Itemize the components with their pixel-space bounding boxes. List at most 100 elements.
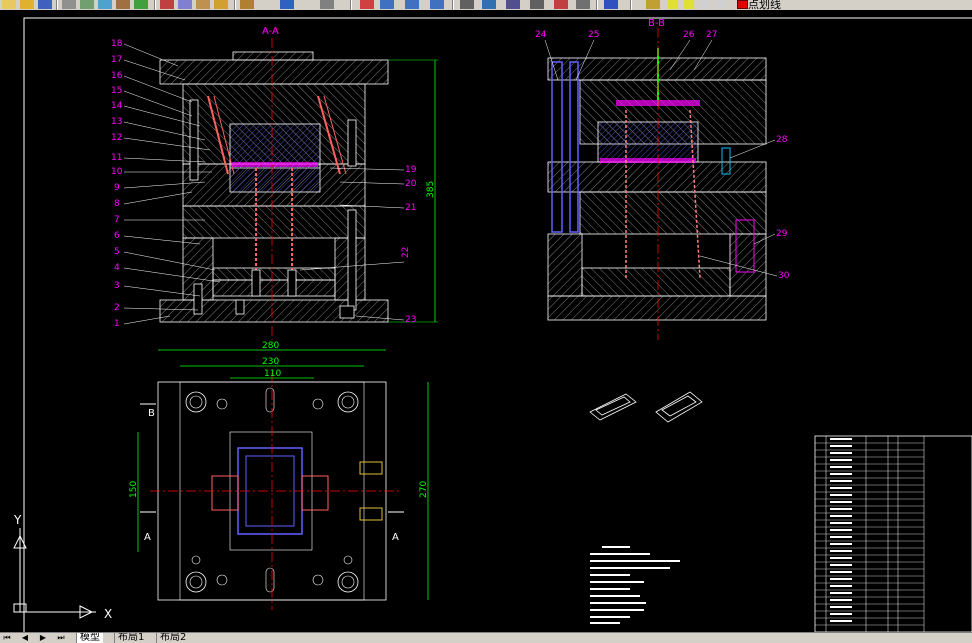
bom-cell-text — [830, 508, 852, 510]
ejector-plate — [212, 279, 336, 297]
toolpalettes-icon[interactable] — [506, 0, 520, 9]
plan-hole-bl — [185, 571, 207, 593]
3dpublish-icon[interactable] — [134, 0, 148, 9]
plan-slot-bot — [265, 567, 275, 593]
new-icon[interactable] — [2, 0, 16, 9]
open-icon[interactable] — [20, 0, 34, 9]
first-tab-icon[interactable]: ⏮ — [2, 634, 12, 642]
part-label-18: 18 — [111, 39, 123, 49]
layer-manager-icon[interactable] — [646, 0, 660, 9]
part-label-13: 13 — [111, 117, 122, 127]
bom-cell-text — [830, 620, 852, 622]
pan-icon[interactable] — [360, 0, 374, 9]
designcenter-icon[interactable] — [482, 0, 496, 9]
bom-cell-text — [830, 459, 852, 461]
part-label-11: 11 — [111, 153, 122, 163]
help-icon[interactable] — [604, 0, 618, 9]
layer-lock-icon[interactable] — [700, 0, 710, 9]
drawing-canvas[interactable]: A-A 385 18 17 16 15 14 13 12 11 10 9 8 7… — [0, 10, 972, 632]
part-label-8: 8 — [114, 199, 120, 209]
undo-icon[interactable] — [280, 0, 294, 9]
plan-hole-br-in — [341, 575, 355, 589]
side-guide-pillar-left — [551, 61, 563, 233]
plan-screw-2 — [312, 398, 324, 410]
core-insert — [229, 163, 321, 193]
support-plate — [182, 205, 366, 239]
plan-hole-bl-in — [189, 575, 203, 589]
layer-plot-icon[interactable] — [716, 0, 726, 9]
preview-icon[interactable] — [80, 0, 94, 9]
toolbar-separator — [234, 0, 236, 10]
bom-cell-text — [830, 585, 852, 587]
guide-pin-left — [189, 99, 199, 181]
paste-icon[interactable] — [196, 0, 210, 9]
ejector-retainer-plate — [212, 267, 336, 281]
bom-cell-text — [830, 606, 852, 608]
bom-cell-text — [830, 599, 852, 601]
part-label-12: 12 — [111, 133, 122, 143]
matchprop-icon[interactable] — [214, 0, 228, 9]
last-tab-icon[interactable]: ⏭ — [56, 634, 66, 642]
bom-cell-text — [830, 592, 852, 594]
plan-slide-left — [211, 475, 239, 511]
part-label-9: 9 — [114, 183, 120, 193]
side-bottom-clamp-plate — [547, 295, 767, 321]
plan-screw-3 — [216, 574, 228, 586]
part-label-20: 20 — [405, 179, 417, 189]
product-iso-2-in — [661, 395, 697, 417]
ejector-stud-left — [251, 269, 261, 297]
markup-icon[interactable] — [554, 0, 568, 9]
mold-assembly-drawing: A-A 385 18 17 16 15 14 13 12 11 10 9 8 7… — [13, 17, 972, 632]
section-mark-a-right: A — [392, 532, 399, 543]
part-label-15: 15 — [111, 86, 122, 96]
cut-icon[interactable] — [160, 0, 174, 9]
publish-icon[interactable] — [98, 0, 112, 9]
next-tab-icon[interactable]: ▶ — [38, 634, 48, 642]
part-label-26: 26 — [683, 30, 695, 40]
part-label-19: 19 — [405, 165, 417, 175]
dim-110-text: 110 — [264, 369, 281, 379]
brush-icon[interactable] — [240, 0, 254, 9]
section-mark-b: B — [148, 408, 155, 419]
bom-cell-text — [830, 613, 852, 615]
part-label-21: 21 — [405, 203, 416, 213]
zoom-previous-icon[interactable] — [430, 0, 444, 9]
bom-cell-text — [830, 578, 852, 580]
product-iso-2 — [655, 391, 703, 423]
part-label-17: 17 — [111, 55, 122, 65]
layer-freeze-icon[interactable] — [684, 0, 694, 9]
bom-rows — [815, 438, 924, 626]
plan-slide-right — [301, 475, 329, 511]
print-icon[interactable] — [62, 0, 76, 9]
redo-icon[interactable] — [320, 0, 334, 9]
plan-screw-4 — [312, 574, 324, 586]
copy-icon[interactable] — [178, 0, 192, 9]
part-label-24: 24 — [535, 30, 547, 40]
layer-on-icon[interactable] — [668, 0, 678, 9]
bom-cell-text — [830, 473, 852, 475]
zoom-window-icon[interactable] — [405, 0, 419, 9]
toolbar-separator — [350, 0, 352, 10]
part-label-6: 6 — [114, 231, 120, 241]
properties-icon[interactable] — [460, 0, 474, 9]
cavity-insert — [229, 123, 321, 169]
zoom-realtime-icon[interactable] — [380, 0, 394, 9]
part-label-2: 2 — [114, 303, 120, 313]
front-view-aa: A-A 385 — [159, 26, 438, 340]
part-label-4: 4 — [114, 263, 120, 273]
return-pin — [347, 209, 357, 311]
bom-cell-text — [830, 445, 852, 447]
part-label-23: 23 — [405, 315, 416, 325]
part-label-3: 3 — [114, 281, 120, 291]
bom-cell-text — [830, 438, 852, 440]
plan-screw-1 — [216, 398, 228, 410]
calculator-icon[interactable] — [576, 0, 590, 9]
plot-icon[interactable] — [116, 0, 130, 9]
side-guide-pillar-left-2 — [569, 61, 579, 233]
prev-tab-icon[interactable]: ◀ — [20, 634, 30, 642]
bom-cell-text — [830, 529, 852, 531]
sheetset-icon[interactable] — [530, 0, 544, 9]
plastic-part — [232, 162, 318, 167]
plan-hole-tr — [337, 391, 359, 413]
save-icon[interactable] — [38, 0, 52, 9]
